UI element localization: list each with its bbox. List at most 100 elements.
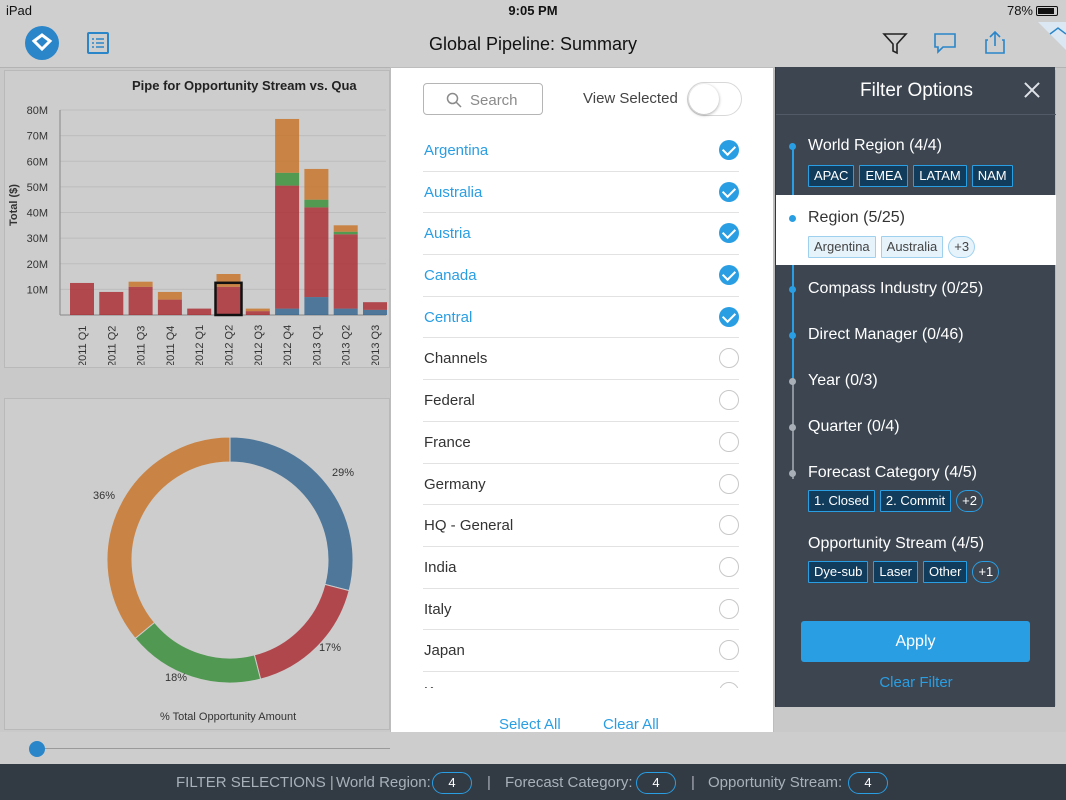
donut-slice[interactable]	[106, 436, 231, 640]
bar-segment[interactable]	[363, 302, 387, 310]
unchecked-icon[interactable]	[719, 431, 739, 452]
unchecked-icon[interactable]	[719, 515, 739, 536]
chip-emea[interactable]: EMEA	[859, 165, 909, 187]
chip-nam[interactable]: NAM	[971, 165, 1013, 187]
apply-button[interactable]: Apply	[801, 621, 1030, 662]
unchecked-icon[interactable]	[719, 390, 739, 411]
list-item[interactable]: Germany	[423, 464, 739, 506]
opportunity-stream-count-badge[interactable]: 4	[848, 772, 888, 794]
bar-segment[interactable]	[275, 118, 300, 173]
bar-segment[interactable]	[275, 308, 300, 315]
checked-icon[interactable]	[719, 306, 739, 327]
search-field[interactable]: Search	[423, 83, 543, 115]
chip-more[interactable]: +2	[956, 490, 983, 512]
share-icon[interactable]	[982, 30, 1008, 56]
filter-item-direct-manager[interactable]: Direct Manager (0/46)	[776, 321, 1056, 351]
status-bar: iPad 9:05 PM 78%	[0, 0, 1066, 22]
unchecked-icon[interactable]	[719, 348, 739, 369]
y-tick-label: 20M	[27, 259, 48, 271]
checked-icon[interactable]	[719, 140, 739, 160]
list-item[interactable]: Italy	[423, 589, 739, 631]
unchecked-icon[interactable]	[719, 598, 739, 619]
bar-segment[interactable]	[99, 291, 124, 315]
chip-laser[interactable]: Laser	[873, 561, 918, 583]
list-item[interactable]: Canada	[423, 255, 739, 297]
comment-icon[interactable]	[932, 30, 958, 56]
bar-segment[interactable]	[304, 297, 329, 315]
unchecked-icon[interactable]	[719, 681, 739, 688]
bar-segment[interactable]	[304, 199, 329, 208]
chip-latam[interactable]: LATAM	[913, 165, 967, 187]
chip-other[interactable]: Other	[922, 561, 968, 583]
chip-closed[interactable]: 1. Closed	[808, 490, 875, 512]
checked-icon[interactable]	[719, 265, 739, 286]
list-item[interactable]: Channels	[423, 338, 739, 381]
bar-segment[interactable]	[275, 172, 300, 186]
chip-apac[interactable]: APAC	[808, 165, 855, 187]
bar-segment[interactable]	[216, 274, 241, 287]
list-item[interactable]: Japan	[423, 630, 739, 672]
chip-commit[interactable]: 2. Commit	[879, 490, 952, 512]
bar-segment[interactable]	[245, 311, 270, 315]
checked-icon[interactable]	[719, 181, 739, 202]
donut-slice[interactable]	[229, 436, 354, 592]
bar-segment[interactable]	[333, 231, 358, 235]
chip-more[interactable]: +3	[948, 236, 976, 258]
bar-segment[interactable]	[245, 308, 270, 312]
filter-item-forecast-category[interactable]: Forecast Category (4/5) 1. Closed 2. Comm…	[776, 459, 1056, 521]
bar-segment[interactable]	[333, 225, 358, 232]
timeline-dot	[789, 215, 796, 222]
filter-item-year[interactable]: Year (0/3)	[776, 367, 1056, 397]
chip-australia[interactable]: Australia	[880, 236, 944, 258]
donut-slice[interactable]	[253, 583, 350, 680]
list-item[interactable]: Korea	[423, 672, 739, 688]
filter-item-region[interactable]: Region (5/25) Argentina Australia +3	[776, 195, 1056, 265]
list-item[interactable]: Austria	[423, 213, 739, 256]
bar-segment[interactable]	[333, 308, 358, 315]
bar-segment[interactable]	[70, 282, 94, 315]
world-region-count-badge[interactable]: 4	[432, 772, 472, 794]
slider-knob[interactable]	[29, 741, 45, 757]
filter-item-opportunity-stream[interactable]: Opportunity Stream (4/5) Dye-sub Laser Oth…	[776, 530, 1056, 592]
list-item[interactable]: Central	[423, 297, 739, 339]
forecast-category-count-badge[interactable]: 4	[636, 772, 676, 794]
checked-icon[interactable]	[719, 223, 739, 244]
filter-item-compass-industry[interactable]: Compass Industry (0/25)	[776, 275, 1056, 305]
filter-item-world-region[interactable]: World Region (4/4) APAC EMEA LATAM NAM	[776, 129, 1056, 197]
clear-filter-button[interactable]: Clear Filter	[776, 674, 1056, 691]
unchecked-icon[interactable]	[719, 556, 739, 577]
list-item[interactable]: HQ - General	[423, 505, 739, 547]
bar-segment[interactable]	[128, 281, 153, 287]
bar-segment[interactable]	[333, 234, 358, 309]
bar-segment[interactable]	[128, 286, 153, 315]
close-icon[interactable]	[1022, 80, 1042, 100]
chip-more[interactable]: +1	[972, 561, 1000, 583]
bar-segment[interactable]	[304, 207, 329, 298]
bar-segment[interactable]	[363, 309, 387, 315]
bar-segment[interactable]	[187, 308, 212, 315]
bar-segment[interactable]	[275, 185, 300, 309]
filter-icon[interactable]	[882, 30, 908, 56]
list-item[interactable]: India	[423, 547, 739, 589]
donut-slice[interactable]	[134, 621, 262, 684]
y-tick-label: 10M	[27, 284, 48, 296]
filter-item-quarter[interactable]: Quarter (0/4)	[776, 413, 1056, 443]
unchecked-icon[interactable]	[719, 640, 739, 661]
list-item-label: Germany	[424, 475, 486, 493]
list-item[interactable]: France	[423, 422, 739, 464]
bar-segment[interactable]	[216, 286, 241, 315]
list-item[interactable]: Australia	[423, 172, 739, 214]
slider-track[interactable]	[35, 748, 390, 749]
chip-argentina[interactable]: Argentina	[808, 236, 876, 258]
list-item[interactable]: Federal	[423, 380, 739, 422]
clear-all-button[interactable]: Clear All	[603, 716, 659, 733]
chip-dye-sub[interactable]: Dye-sub	[808, 561, 869, 583]
select-all-button[interactable]: Select All	[499, 716, 561, 733]
unchecked-icon[interactable]	[719, 473, 739, 494]
view-selected-toggle[interactable]	[687, 82, 742, 116]
bar-segment[interactable]	[157, 299, 182, 315]
collapse-corner-icon[interactable]	[1038, 22, 1066, 50]
bar-segment[interactable]	[304, 168, 329, 200]
bar-segment[interactable]	[157, 291, 182, 300]
list-item[interactable]: Argentina	[423, 130, 739, 172]
